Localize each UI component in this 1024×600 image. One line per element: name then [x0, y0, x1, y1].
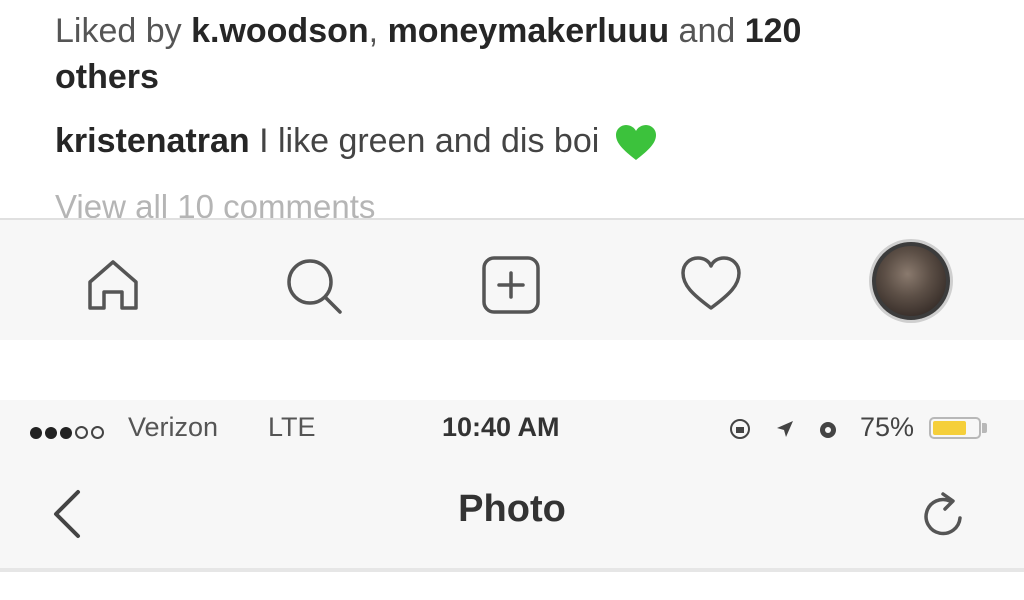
- status-bar: Verizon LTE 10:40 AM 75%: [0, 400, 1024, 458]
- location-arrow-icon: [776, 420, 793, 437]
- tab-activity[interactable]: [676, 250, 746, 320]
- tab-search[interactable]: [278, 250, 348, 320]
- caption-username[interactable]: kristenatran: [55, 122, 250, 160]
- tab-new-post[interactable]: [476, 250, 546, 320]
- likes-count[interactable]: 120: [745, 12, 802, 50]
- green-heart-emoji-icon: [615, 125, 656, 161]
- bottom-tab-bar: [0, 220, 1024, 340]
- heart-icon: [681, 256, 741, 310]
- status-time: 10:40 AM: [442, 412, 560, 442]
- battery-icon: [929, 417, 981, 439]
- network-type: LTE: [268, 412, 316, 442]
- battery-percentage: 75%: [860, 412, 915, 442]
- status-icons: [728, 412, 839, 443]
- page-title: Photo: [458, 488, 566, 530]
- likes-text[interactable]: Liked by k.woodson, moneymakerluuu and 1…: [55, 8, 955, 100]
- likes-others[interactable]: others: [55, 58, 159, 96]
- battery-level-fill: [933, 421, 966, 435]
- signal-strength-icon: [30, 416, 107, 447]
- refresh-icon[interactable]: [916, 488, 972, 544]
- lock-rotation-icon: [730, 418, 750, 439]
- likes-separator: ,: [368, 12, 388, 50]
- liker-link[interactable]: k.woodson: [191, 12, 369, 50]
- alarm-icon: [820, 421, 837, 438]
- post-caption: kristenatran I like green and dis boi: [55, 122, 657, 162]
- tab-home[interactable]: [78, 250, 148, 320]
- search-icon: [287, 259, 342, 314]
- liker-link[interactable]: moneymakerluuu: [388, 12, 670, 50]
- carrier-name: Verizon: [128, 412, 219, 442]
- screen-gap: [0, 340, 1024, 400]
- navigation-bar: Photo: [0, 458, 1024, 568]
- home-icon: [88, 260, 138, 310]
- likes-and: and: [669, 12, 745, 50]
- battery-nub: [982, 423, 987, 433]
- caption-text: I like green and dis boi: [249, 122, 609, 160]
- plus-square-icon: [482, 256, 540, 314]
- likes-prefix: Liked by: [55, 12, 192, 50]
- avatar[interactable]: [872, 242, 950, 320]
- content-area: [0, 572, 1024, 600]
